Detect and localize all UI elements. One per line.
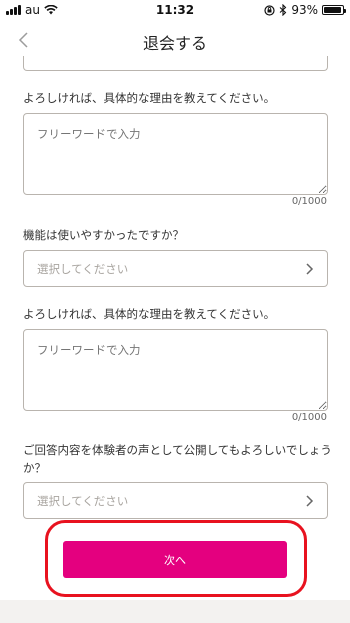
publish-select[interactable]: 選択してください	[23, 482, 328, 519]
reason-label-2: よろしければ、具体的な理由を教えてください。	[23, 307, 276, 321]
reason-textarea-1[interactable]	[23, 113, 328, 195]
chevron-right-icon	[306, 495, 314, 507]
usability-select[interactable]: 選択してください	[23, 250, 328, 287]
char-counter-1: 0/1000	[291, 196, 327, 207]
status-bar: au 11:32 93%	[0, 0, 350, 20]
usability-select-value: 選択してください	[37, 262, 129, 276]
page-title: 退会する	[142, 34, 207, 53]
footer-band	[0, 600, 350, 623]
previous-field-edge[interactable]	[23, 56, 328, 71]
publish-label: ご回答内容を体験者の声として公開してもよろしいでしょうか？	[23, 443, 332, 475]
orientation-lock-icon	[264, 4, 275, 16]
next-button[interactable]: 次へ	[63, 541, 287, 578]
status-right: 93%	[264, 3, 346, 17]
publish-select-value: 選択してください	[37, 494, 129, 508]
battery-percent: 93%	[291, 3, 318, 17]
bluetooth-icon	[279, 4, 287, 16]
usability-label: 機能は使いやすかったですか？	[23, 228, 184, 242]
char-counter-2: 0/1000	[291, 412, 327, 423]
battery-fill	[324, 7, 341, 13]
battery-icon	[322, 5, 346, 15]
reason-textarea-2[interactable]	[23, 329, 328, 411]
reason-label-1: よろしければ、具体的な理由を教えてください。	[23, 91, 276, 105]
chevron-right-icon	[306, 263, 314, 275]
navigation-bar: 退会する	[0, 20, 350, 60]
